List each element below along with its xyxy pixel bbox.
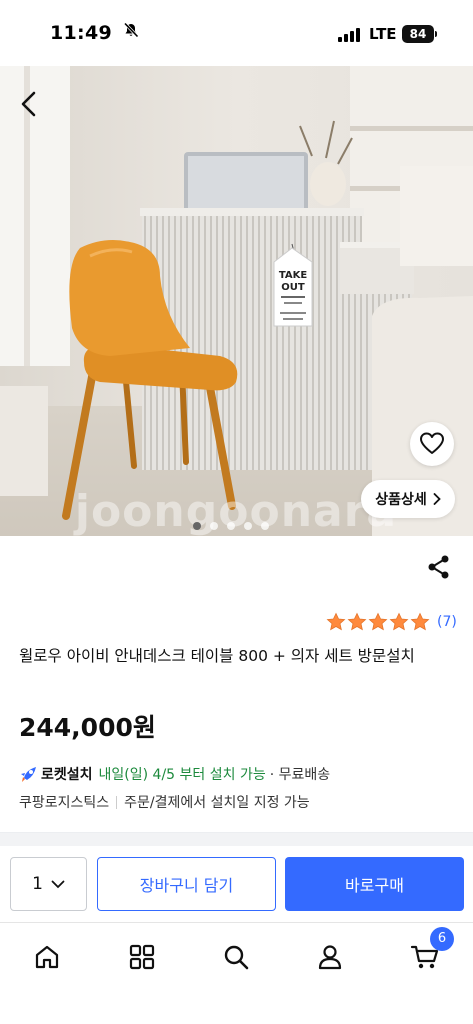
rocket-install-icon <box>21 767 36 782</box>
tab-my-page[interactable] <box>312 939 348 975</box>
signal-icon <box>338 28 362 42</box>
rating-count[interactable]: (7) <box>437 614 457 630</box>
carousel-indicator <box>193 522 269 530</box>
rocket-install-label: 로켓설치 <box>41 767 93 783</box>
search-icon <box>224 945 249 970</box>
logistics-provider: 쿠팡로지스틱스 <box>19 795 110 811</box>
battery-tip <box>435 31 437 37</box>
sign-line-2: OUT <box>281 282 305 293</box>
tab-home[interactable] <box>29 939 65 975</box>
chevron-left-icon <box>21 91 36 117</box>
share-icon <box>428 555 449 579</box>
star-icon <box>347 612 367 631</box>
rating[interactable]: (7) <box>326 612 457 632</box>
user-icon <box>318 945 342 970</box>
tab-category[interactable] <box>124 939 160 975</box>
category-icon <box>129 944 155 970</box>
product-photo: TAKE OUT joongoonara <box>0 66 473 536</box>
rating-stars <box>326 612 430 632</box>
carousel-dot[interactable] <box>261 522 269 530</box>
tab-search[interactable] <box>218 939 254 975</box>
share-button[interactable] <box>426 554 452 580</box>
sign-line-1: TAKE <box>279 270 308 281</box>
carousel-dot[interactable] <box>244 522 252 530</box>
chevron-right-icon <box>433 493 441 505</box>
status-bar: 11:49 LTE 84 <box>0 0 473 66</box>
product-detail-button[interactable]: 상품상세 <box>361 480 455 518</box>
logistics-info: 쿠팡로지스틱스 주문/결제에서 설치일 지정 가능 <box>19 792 310 812</box>
free-shipping: · 무료배송 <box>269 767 331 783</box>
clock-text: 11:49 <box>50 22 112 44</box>
heart-icon <box>420 432 444 454</box>
cart-count-badge: 6 <box>430 927 454 951</box>
back-button[interactable] <box>8 82 48 126</box>
quantity-select[interactable]: 1 <box>10 857 87 911</box>
star-icon <box>368 612 388 631</box>
chevron-down-icon <box>51 880 65 888</box>
carousel-dot[interactable] <box>227 522 235 530</box>
carousel-dot[interactable] <box>210 522 218 530</box>
star-icon <box>410 612 430 631</box>
quantity-value: 1 <box>32 874 43 894</box>
delivery-info: 로켓설치 내일(일) 4/5 부터 설치 가능 · 무료배송 <box>19 764 330 784</box>
star-icon <box>326 612 346 631</box>
carousel-dot[interactable] <box>193 522 201 530</box>
logistics-note: 주문/결제에서 설치일 지정 가능 <box>124 795 310 811</box>
home-icon <box>35 945 59 969</box>
product-detail-label: 상품상세 <box>375 492 427 508</box>
battery-level: 84 <box>409 27 427 41</box>
network-type: LTE <box>369 25 397 43</box>
section-divider <box>0 832 473 846</box>
battery-icon: 84 <box>402 25 434 43</box>
separator <box>116 795 118 809</box>
star-icon <box>389 612 409 631</box>
add-to-cart-button[interactable]: 장바구니 담기 <box>97 857 276 911</box>
status-time: 11:49 <box>50 21 139 44</box>
install-date: 내일(일) 4/5 부터 설치 가능 <box>98 767 266 783</box>
bell-muted-icon <box>123 21 139 43</box>
product-image-carousel[interactable]: TAKE OUT joongoonara <box>0 66 473 536</box>
bottom-tab-bar <box>0 922 473 1024</box>
buy-now-button[interactable]: 바로구매 <box>285 857 464 911</box>
product-title: 윌로우 아이비 안내데스크 테이블 800 + 의자 세트 방문설치 <box>19 647 415 665</box>
wishlist-button[interactable] <box>410 422 454 466</box>
product-price: 244,000원 <box>19 713 156 742</box>
